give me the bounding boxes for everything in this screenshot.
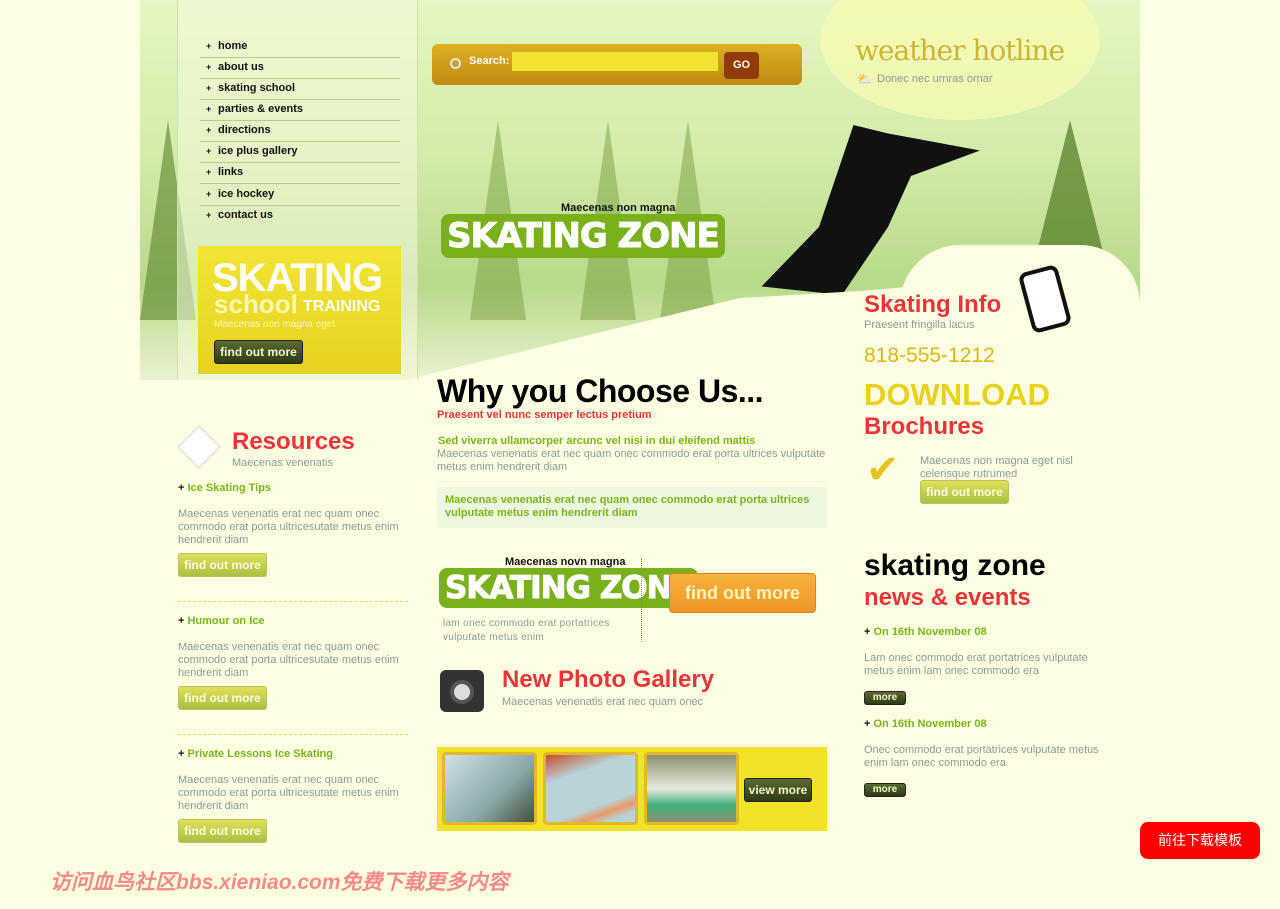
skating-school-promo: SKATING school TRAINING Maecenas non mag… [198, 246, 401, 374]
divider [178, 734, 408, 735]
nav-parties-events[interactable]: parties & events [200, 100, 400, 121]
weather-sun-icon: ⛅ [857, 72, 872, 86]
resource-title[interactable]: Humour on Ice [178, 615, 264, 627]
zone2-text: lam onec commodo erat portatrices vulput… [443, 618, 610, 643]
search-go-button[interactable]: GO [724, 52, 759, 79]
divider [178, 601, 408, 602]
resource-find-out-more-button[interactable]: find out more [178, 819, 267, 843]
why-highlight-box: Maecenas venenatis erat nec quam onec co… [437, 487, 827, 528]
why-sub: Praesent vel nunc semper lectus pretium [437, 409, 652, 421]
resources-sub: Maecenas venenatis [232, 457, 333, 469]
news-date: On 16th November 08 [864, 626, 986, 638]
news-sub: news & events [864, 584, 1031, 611]
gallery-strip: view more [437, 747, 827, 831]
download-heading: DOWNLOAD [864, 377, 1050, 412]
why-text: Maecenas venenatis erat nec quam onec co… [437, 448, 826, 473]
nav-links[interactable]: links [200, 163, 400, 184]
promo-find-out-more-button[interactable]: find out more [214, 340, 303, 364]
nav-directions[interactable]: directions [200, 121, 400, 142]
search-label: Search: [469, 55, 510, 67]
view-more-button[interactable]: view more [744, 778, 812, 802]
nav-ice-plus-gallery[interactable]: ice plus gallery [200, 142, 400, 163]
brochure-text: Maecenas non magna eget nisl celerisque … [920, 455, 1073, 480]
why-title: Why you Choose Us... [437, 373, 764, 409]
resource-text: Maecenas venenatis erat nec quam onec co… [178, 508, 399, 546]
news-more-button[interactable]: more [864, 783, 906, 797]
skating-info-sub: Praesent fringilla lacus [864, 319, 975, 331]
nav-skating-school[interactable]: skating school [200, 79, 400, 100]
promo-text: Maecenas non magna eget [214, 319, 336, 330]
news-title: skating zone [864, 549, 1046, 582]
gallery-photo[interactable] [543, 752, 638, 825]
checkmark-icon: ✔ [866, 448, 900, 492]
camera-icon [440, 670, 484, 712]
skating-zone-logo-small: SKATING ZONE [439, 568, 698, 608]
resource-text: Maecenas venenatis erat nec quam onec co… [178, 641, 399, 679]
news-text: Onec commodo erat portatrices vulputate … [864, 744, 1099, 769]
weather-text: Donec nec urnras ornar [877, 73, 993, 85]
watermark-text: 访问血鸟社区bbs.xieniao.com免费下载更多内容 [50, 871, 509, 894]
news-text: Lam onec commodo erat portatrices vulput… [864, 652, 1088, 677]
nav-about-us[interactable]: about us [200, 58, 400, 79]
gallery-photo[interactable] [644, 752, 739, 825]
phone-number: 818-555-1212 [864, 344, 995, 367]
search-input[interactable] [512, 52, 718, 71]
search-bar: Search: GO [432, 44, 802, 85]
resource-title[interactable]: Ice Skating Tips [178, 482, 271, 494]
zone2-tagline: Maecenas novn magna [505, 556, 626, 568]
resource-title[interactable]: Private Lessons Ice Skating [178, 748, 333, 760]
resource-find-out-more-button[interactable]: find out more [178, 553, 267, 577]
news-more-button[interactable]: more [864, 691, 906, 705]
resource-text: Maecenas venenatis erat nec quam onec co… [178, 774, 399, 812]
resources-title: Resources [232, 428, 355, 455]
hero-tagline: Maecenas non magna [561, 202, 676, 214]
pencil-paper-icon [177, 425, 221, 469]
brochure-find-out-more-button[interactable]: find out more [920, 480, 1009, 504]
skating-info-title: Skating Info [864, 291, 1002, 318]
news-date: On 16th November 08 [864, 718, 986, 730]
gallery-sub: Maecenas venenatis erat nec quam onec [502, 696, 704, 708]
resource-find-out-more-button[interactable]: find out more [178, 686, 267, 710]
nav-home[interactable]: home [200, 37, 400, 58]
search-icon [450, 58, 461, 69]
promo-sub1: school [214, 289, 298, 319]
promo-sub2: TRAINING [303, 298, 381, 315]
why-lead: Sed viverra ullamcorper arcunc vel nisi … [438, 435, 756, 447]
divider [641, 558, 642, 642]
nav-ice-hockey[interactable]: ice hockey [200, 185, 400, 206]
brochures-heading: Brochures [864, 413, 985, 440]
zone2-find-out-more-button[interactable]: find out more [669, 573, 816, 613]
nav-contact-us[interactable]: contact us [200, 206, 400, 227]
gallery-title: New Photo Gallery [502, 666, 715, 693]
gallery-photo[interactable] [442, 752, 537, 825]
weather-title: weather hotline [855, 34, 1065, 67]
skating-zone-logo: SKATING ZONE [441, 214, 725, 258]
download-template-button[interactable]: 前往下载模板 [1140, 822, 1260, 859]
